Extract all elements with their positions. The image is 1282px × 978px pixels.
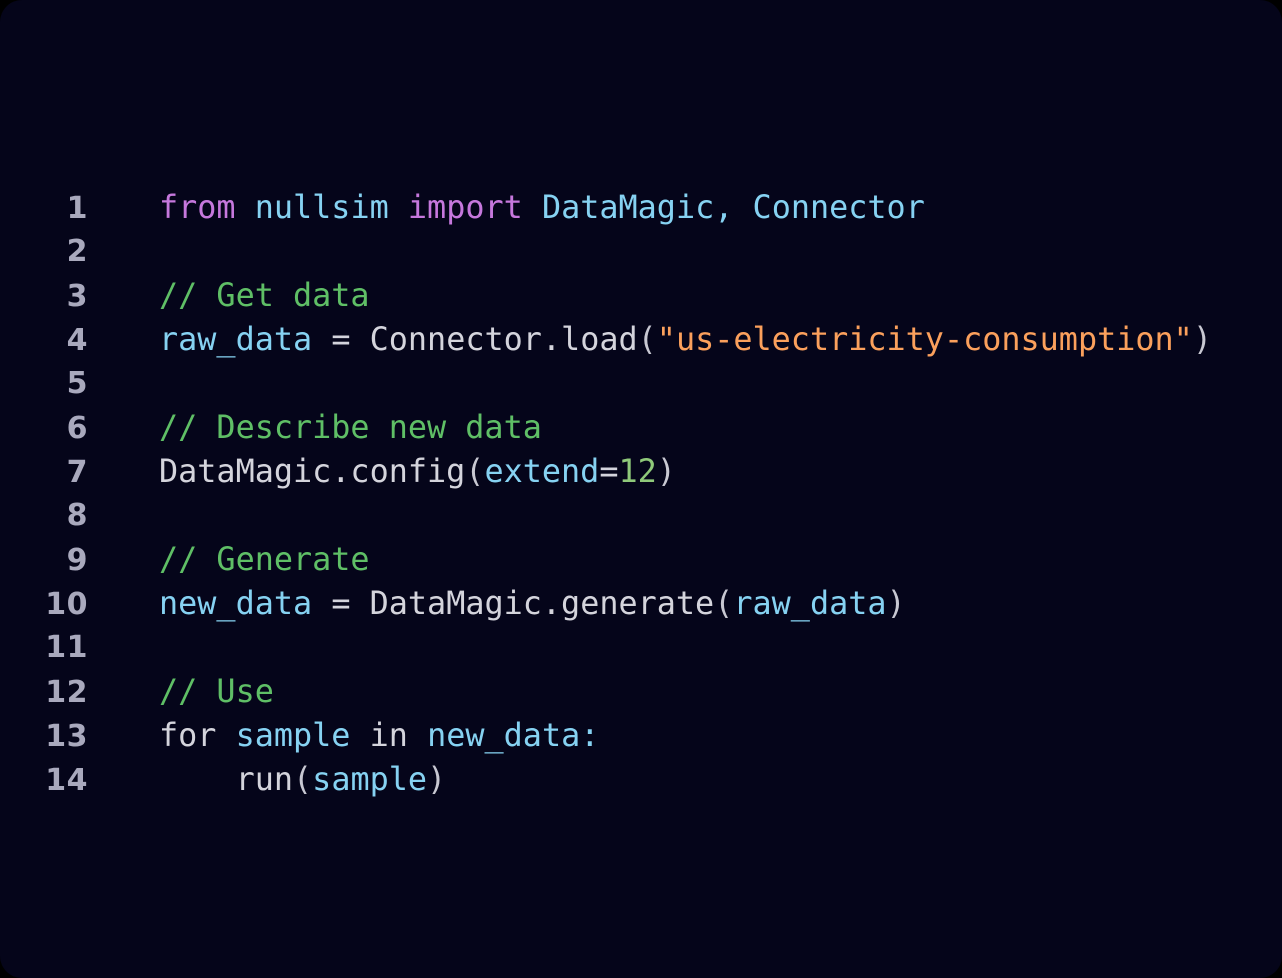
line-number: 4	[66, 323, 88, 358]
token-comment: // Get data	[159, 277, 370, 314]
token-string: "us-electricity-consumption"	[656, 321, 1193, 358]
token-keyword: import	[407, 189, 523, 226]
token-variable: new_data	[159, 585, 313, 622]
token-number: 12	[618, 453, 657, 490]
line-number: 8	[66, 498, 88, 533]
line-number: 5	[66, 366, 88, 401]
code-line[interactable]: 9 // Generate	[0, 538, 1282, 582]
code-line-text[interactable]: for sample in new_data:	[159, 714, 599, 758]
code-line[interactable]: 13 for sample in new_data:	[0, 714, 1282, 758]
line-number: 7	[66, 455, 88, 490]
code-line-text[interactable]: // Use	[159, 670, 274, 714]
token-punctuation: )	[1192, 321, 1212, 358]
token-plain: =	[331, 321, 351, 358]
code-line-text[interactable]: run(sample)	[159, 758, 447, 802]
token-plain: =	[331, 585, 351, 622]
token-variable: sample	[312, 761, 428, 798]
token-plain: =	[599, 453, 619, 490]
token-variable: raw_data	[159, 321, 313, 358]
code-line[interactable]: 6 // Describe new data	[0, 406, 1282, 450]
code-line[interactable]: 1 from nullsim import DataMagic, Connecto…	[0, 186, 1282, 230]
code-snippet-card: 1 from nullsim import DataMagic, Connecto…	[0, 0, 1282, 978]
token-variable: DataMagic	[541, 189, 715, 226]
token-variable: new_data	[427, 717, 581, 754]
token-punctuation: (	[714, 585, 734, 622]
code-line-text[interactable]: raw_data = Connector.load("us-electricit…	[159, 318, 1212, 362]
line-number: 12	[45, 675, 88, 710]
code-line[interactable]: 10 new_data = DataMagic.generate(raw_data…	[0, 582, 1282, 626]
token-punctuation: (	[465, 453, 485, 490]
token-punctuation: (	[293, 761, 313, 798]
line-number: 11	[45, 630, 88, 665]
token-punctuation: )	[886, 585, 906, 622]
line-number: 13	[45, 719, 88, 754]
line-number: 3	[66, 279, 88, 314]
token-plain: run	[159, 761, 294, 798]
token-plain: in	[369, 717, 408, 754]
code-editor-content[interactable]: 1 from nullsim import DataMagic, Connecto…	[0, 186, 1282, 802]
token-variable: raw_data	[733, 585, 887, 622]
code-line[interactable]: 4 raw_data = Connector.load("us-electrici…	[0, 318, 1282, 362]
code-line-text[interactable]: // Get data	[159, 274, 370, 318]
code-line[interactable]: 11	[0, 626, 1282, 670]
token-variable: sample	[235, 717, 351, 754]
token-variable: Connector	[752, 189, 925, 226]
token-punctuation: )	[656, 453, 676, 490]
token-keyword: from	[159, 189, 236, 226]
code-line[interactable]: 5	[0, 362, 1282, 406]
code-line-text[interactable]: from nullsim import DataMagic, Connector	[159, 186, 925, 230]
token-variable: :	[580, 717, 600, 754]
code-line[interactable]: 2	[0, 230, 1282, 274]
token-plain: for	[159, 717, 217, 754]
code-line-text[interactable]: new_data = DataMagic.generate(raw_data)	[159, 582, 906, 626]
token-variable: nullsim	[254, 189, 389, 226]
token-comment: // Generate	[159, 541, 370, 578]
code-line[interactable]: 14 run(sample)	[0, 758, 1282, 802]
code-line[interactable]: 3 // Get data	[0, 274, 1282, 318]
line-number: 2	[66, 234, 88, 269]
line-number: 1	[66, 191, 88, 226]
code-line-text[interactable]: DataMagic.config(extend=12)	[159, 450, 676, 494]
token-plain: Connector.load	[369, 321, 638, 358]
token-comment: // Describe new data	[159, 409, 542, 446]
token-plain: DataMagic.config	[159, 453, 466, 490]
code-line[interactable]: 8	[0, 494, 1282, 538]
token-plain: DataMagic.generate	[369, 585, 715, 622]
token-punctuation: (	[637, 321, 657, 358]
token-punctuation: )	[427, 761, 447, 798]
code-line[interactable]: 7 DataMagic.config(extend=12)	[0, 450, 1282, 494]
code-line[interactable]: 12 // Use	[0, 670, 1282, 714]
line-number: 14	[45, 763, 88, 798]
token-variable: ,	[714, 189, 734, 226]
line-number: 6	[66, 411, 88, 446]
code-line-text[interactable]: // Describe new data	[159, 406, 542, 450]
code-line-text[interactable]: // Generate	[159, 538, 370, 582]
line-number: 10	[45, 587, 88, 622]
token-variable: extend	[484, 453, 600, 490]
token-comment: // Use	[159, 673, 274, 710]
line-number: 9	[66, 543, 88, 578]
